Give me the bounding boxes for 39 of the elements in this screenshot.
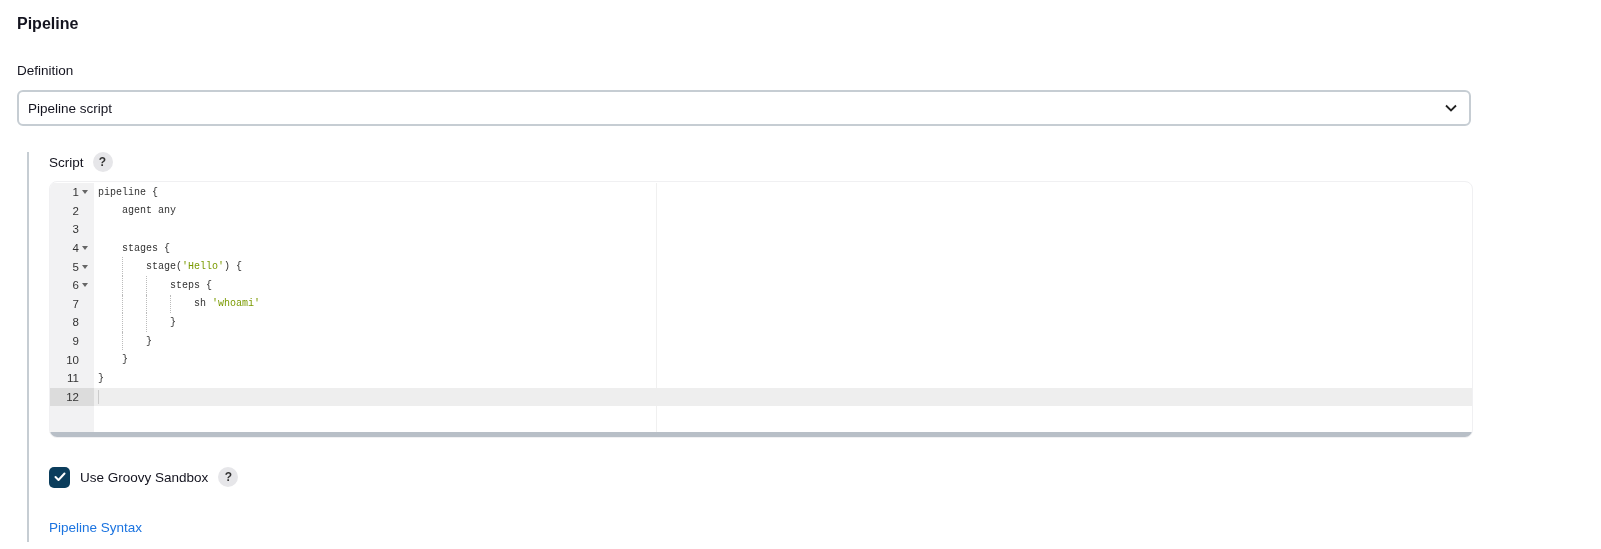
line-number: 8 [71, 315, 80, 331]
section-title: Pipeline [17, 14, 80, 34]
code-line: } [145, 335, 152, 347]
help-button[interactable]: ? [218, 467, 239, 488]
field-label: Definition [17, 63, 75, 80]
line-number: 2 [71, 203, 80, 219]
chevron-down-icon [1445, 104, 1457, 112]
field-label: Script [49, 154, 84, 170]
help-button[interactable]: ? [92, 152, 113, 172]
code-line: stage('Hello') { [145, 261, 243, 273]
line-number: 9 [71, 334, 80, 350]
code-editor[interactable]: 1 2 3 4 5 6 7 8 9 10 11 12 pipeline { agent any stages { stage('Hello') { steps { sh 'whoami' } } } } [49, 181, 1473, 439]
line-number: 5 [50, 257, 94, 276]
line-number: 6 [50, 275, 94, 295]
fold-arrow-icon[interactable] [82, 246, 88, 251]
checkbox-label: Use Groovy Sandbox [80, 469, 209, 485]
checkmark-icon [53, 472, 66, 483]
line-number: 1 [50, 183, 94, 202]
code-line: } [121, 354, 128, 366]
code-line: sh 'whoami' [193, 298, 261, 310]
fold-arrow-icon[interactable] [82, 190, 88, 195]
line-number: 4 [50, 238, 94, 258]
code-line: stages { [121, 242, 170, 254]
checkbox[interactable] [49, 466, 70, 488]
line-number: 11 [66, 371, 80, 387]
line-number: 3 [71, 222, 80, 238]
fold-arrow-icon[interactable] [82, 283, 88, 288]
code-line: } [98, 372, 104, 384]
code-line: pipeline { [98, 186, 158, 198]
horizontal-scrollbar[interactable] [50, 432, 1472, 438]
definition-dropdown[interactable]: Pipeline script [17, 90, 1471, 126]
pipeline-syntax-link[interactable]: Pipeline Syntax [49, 520, 143, 536]
line-number: 12 [50, 387, 94, 407]
line-number: 10 [65, 352, 80, 368]
code-line: agent any [121, 205, 176, 217]
code-line: } [169, 316, 176, 328]
code-line: steps { [169, 279, 213, 291]
fold-arrow-icon[interactable] [82, 264, 88, 269]
line-number: 7 [71, 296, 80, 312]
